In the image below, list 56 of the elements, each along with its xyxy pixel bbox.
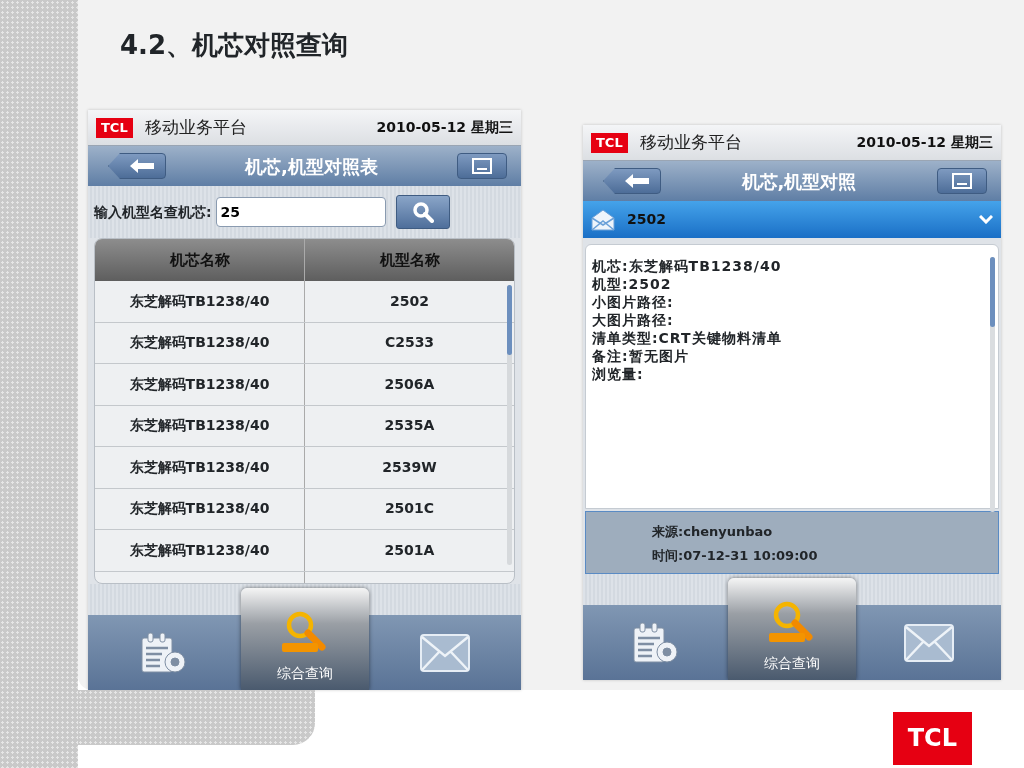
- tab-item[interactable]: 综合查询: [728, 578, 856, 680]
- table-cell-text: 2501A: [384, 540, 435, 560]
- table-cell-text: 东芝解码TB1238/40: [129, 416, 270, 436]
- app-name: 移动业务平台: [639, 130, 742, 154]
- table-cell-text: 2501C: [384, 499, 435, 519]
- message-title: 2502: [627, 210, 666, 229]
- detail-line: 机型:2502: [592, 275, 673, 293]
- date-text: 2010-05-12 星期三: [856, 133, 993, 152]
- detail-line: 机芯:东芝解码TB1238/40: [592, 257, 783, 275]
- logo: TCL: [96, 117, 133, 138]
- detail-line: 浏览量:: [592, 365, 645, 383]
- column-header: 机芯名称: [169, 249, 230, 271]
- chevron-down-icon[interactable]: [979, 215, 993, 224]
- window-icon: [472, 158, 492, 174]
- tab-item[interactable]: 综合查询: [240, 588, 369, 690]
- search-field[interactable]: 25: [215, 197, 386, 227]
- table-cell-text: 2502: [390, 291, 429, 311]
- detail-line: 大图片路径:: [592, 311, 675, 329]
- back-arrow-icon: [130, 159, 154, 173]
- envelope-icon: [591, 208, 615, 231]
- table-cell-text: 东芝解码TB1238/40: [129, 333, 270, 353]
- calendar-gear-icon: [631, 621, 680, 664]
- window-button[interactable]: [457, 153, 507, 179]
- table-cell-text: 东芝解码TB1238/40: [129, 499, 270, 519]
- calendar-gear-icon: [140, 631, 189, 674]
- envelope-icon: [903, 623, 954, 662]
- table-cell-text: 东芝解码TB1238/40: [129, 540, 270, 560]
- slide-title: 4.2、机芯对照查询: [119, 29, 350, 62]
- source-text: 来源:chenyunbao: [652, 523, 774, 541]
- table-cell-text: 2506A: [384, 374, 435, 394]
- window-icon: [952, 173, 972, 189]
- window-button[interactable]: [937, 168, 987, 194]
- table-cell-text: 2535A: [384, 416, 435, 436]
- table-cell-text: 2539W: [382, 457, 437, 477]
- date-text: 2010-05-12 星期三: [376, 118, 513, 137]
- detail-line: 备注:暂无图片: [592, 347, 690, 365]
- table-cell-text: 东芝解码TB1238/40: [129, 457, 270, 477]
- search-button[interactable]: [395, 195, 450, 229]
- app-name: 移动业务平台: [144, 115, 247, 139]
- search-label: 输入机型名查机芯:: [94, 202, 212, 222]
- detail-line: 清单类型:CRT关键物料清单: [592, 329, 783, 347]
- back-button[interactable]: [603, 168, 661, 194]
- logo: TCL: [892, 712, 972, 765]
- time-text: 时间:07-12-31 10:09:00: [652, 547, 819, 565]
- table-cell-text: C2533: [384, 333, 435, 353]
- table-cell-text: 东芝解码TB1238/40: [129, 291, 270, 311]
- table-cell-text: 东芝解码TB1238/40: [129, 374, 270, 394]
- logo: TCL: [591, 132, 628, 153]
- back-arrow-icon: [625, 174, 649, 188]
- back-button[interactable]: [108, 153, 166, 179]
- detail-line: 小图片路径:: [592, 293, 675, 311]
- search-icon: [411, 201, 434, 223]
- envelope-icon: [419, 633, 470, 672]
- column-header: 机型名称: [379, 249, 440, 271]
- screen-title: 机芯,机型对照: [741, 169, 857, 194]
- screen-title: 机芯,机型对照表: [245, 154, 378, 179]
